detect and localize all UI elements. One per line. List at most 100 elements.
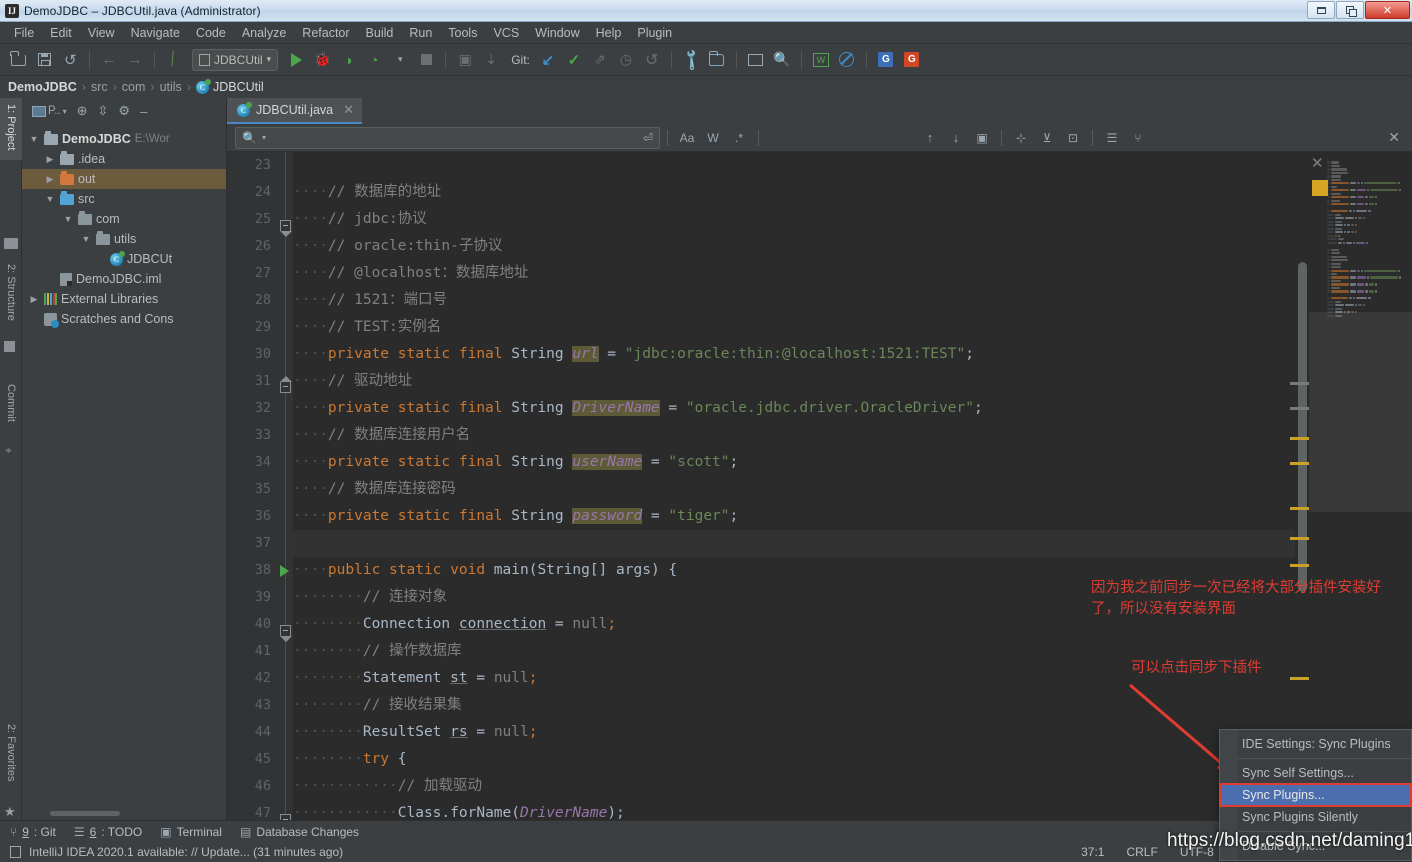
notification-icon[interactable] [10,846,21,858]
tree-item-com[interactable]: ▼ com [22,209,226,229]
step-icon[interactable]: ⇣ [479,48,503,72]
menu-analyze[interactable]: Analyze [234,24,294,42]
close-icon[interactable]: ✕ [343,102,354,118]
menu-tools[interactable]: Tools [440,24,485,42]
push-icon[interactable]: ⇗ [588,48,612,72]
close-find-icon[interactable]: ✕ [1388,129,1406,146]
fold-marker[interactable] [280,382,291,393]
code-line[interactable]: ····private static final String password… [293,503,1412,530]
project-scope-selector[interactable]: P.. ▾ [32,105,67,117]
words-toggle[interactable]: W [701,127,725,149]
menu-run[interactable]: Run [401,24,440,42]
bottom-item-terminal[interactable]: ▣ Terminal [160,825,222,839]
attach-debugger-icon[interactable]: ▣ [453,48,477,72]
minimize-button[interactable] [1307,1,1335,19]
chevron-down-icon[interactable]: ▼ [62,214,74,224]
stop-icon[interactable] [414,48,438,72]
code-line[interactable]: ····// 1521：端口号 [293,287,1412,314]
line-separator[interactable]: CRLF [1126,845,1157,859]
ban-icon[interactable] [835,48,859,72]
tree-item-scratches[interactable]: Scratches and Cons [22,309,226,329]
locate-icon[interactable]: ⊕ [77,103,88,119]
code-line[interactable]: ····// 数据库的地址 [293,179,1412,206]
menu-item-sync-self-settings[interactable]: Sync Self Settings... [1220,762,1411,784]
bottom-item-todo[interactable]: ☰ 6 : TODO [74,825,142,839]
tree-item-jdbcutil[interactable]: C JDBCUt [22,249,226,269]
sidebar-item-favorites[interactable]: 2: Favorites [0,718,22,798]
profile-icon[interactable]: ◔ [362,48,386,72]
exclude-icon[interactable]: ⊡ [1061,127,1085,149]
code-line[interactable]: ····// 数据库连接用户名 [293,422,1412,449]
project-panel-horizontal-scrollbar[interactable] [50,811,120,816]
code-line[interactable]: ····// TEST:实例名 [293,314,1412,341]
run-configuration-selector[interactable]: JDBCUtil ▾ [192,49,278,71]
status-message[interactable]: IntelliJ IDEA 2020.1 available: // Updat… [29,845,343,859]
search-field[interactable] [271,131,638,145]
find-previous-button[interactable]: ↑ [918,127,942,149]
menu-vcs[interactable]: VCS [485,24,527,42]
build-hammer-icon[interactable]: ⟋ [162,48,186,72]
code-line[interactable]: ····private static final String url = "j… [293,341,1412,368]
menu-code[interactable]: Code [188,24,234,42]
close-button[interactable]: ✕ [1365,1,1410,19]
multiline-icon[interactable]: ⏎ [643,131,653,145]
tree-item-src[interactable]: ▼ src [22,189,226,209]
menu-help[interactable]: Help [588,24,630,42]
breadcrumb-root[interactable]: DemoJDBC [8,80,77,94]
match-case-toggle[interactable]: Aa [675,127,699,149]
chevron-right-icon[interactable]: ▶ [44,154,56,165]
tree-item-utils[interactable]: ▼ utils [22,229,226,249]
fold-marker[interactable] [280,625,291,636]
code-line[interactable] [293,530,1412,557]
editor-vertical-scrollbar[interactable] [1298,262,1307,592]
select-all-occurrences-icon[interactable]: ▣ [970,127,994,149]
gear-icon[interactable]: ⚙ [118,103,130,119]
sidebar-item-project[interactable]: 1: Project [0,98,22,160]
history-icon[interactable]: ◷ [614,48,638,72]
filter-icon[interactable]: ⑂ [1126,127,1150,149]
run-with-coverage-icon[interactable]: ◑ [336,48,360,72]
chevron-down-icon[interactable]: ▾ [262,133,266,142]
menu-item-sync-plugins[interactable]: Sync Plugins... [1220,784,1411,806]
menu-navigate[interactable]: Navigate [123,24,188,42]
search-input[interactable]: 🔍 ▾ ⏎ [235,127,660,149]
menu-refactor[interactable]: Refactor [294,24,357,42]
preserve-case-icon[interactable]: ☰ [1100,127,1124,149]
terminal-icon[interactable] [744,48,768,72]
editor-tab-jdbcutil[interactable]: C JDBCUtil.java ✕ [227,98,362,124]
code-line[interactable]: ····// 数据库连接密码 [293,476,1412,503]
menu-edit[interactable]: Edit [42,24,80,42]
breadcrumb-src[interactable]: src [91,80,108,94]
g-blue-icon[interactable]: G [874,48,898,72]
caret-position[interactable]: 37:1 [1081,845,1104,859]
menu-view[interactable]: View [80,24,123,42]
debug-icon[interactable]: 🐞 [310,48,334,72]
menu-window[interactable]: Window [527,24,587,42]
add-occurrence-icon[interactable]: ⊹ [1009,127,1033,149]
collapse-all-icon[interactable]: ⇳ [98,103,109,119]
hide-icon[interactable]: – [140,104,147,119]
code-minimap[interactable]: ✕ [1309,152,1412,820]
code-line[interactable] [293,152,1412,179]
menu-file[interactable]: File [6,24,42,42]
open-folder-icon[interactable] [6,48,30,72]
close-minimap-icon[interactable]: ✕ [1311,154,1324,172]
w-plugin-icon[interactable]: W [809,48,833,72]
code-line[interactable]: ····// @localhost：数据库地址 [293,260,1412,287]
project-structure-icon[interactable] [705,48,729,72]
breadcrumb-file[interactable]: C JDBCUtil [196,80,264,94]
code-line[interactable]: ····private static final String DriverNa… [293,395,1412,422]
chevron-down-icon[interactable]: ▼ [28,134,40,144]
breadcrumb-com[interactable]: com [122,80,146,94]
menu-build[interactable]: Build [358,24,402,42]
sidebar-item-commit[interactable]: Commit [0,378,22,436]
wrench-icon[interactable]: 🔧 [679,48,703,72]
maximize-button[interactable] [1336,1,1364,19]
search-everywhere-icon[interactable]: 🔍 [770,48,794,72]
update-project-icon[interactable]: ↙ [536,48,560,72]
chevron-right-icon[interactable]: ▶ [28,294,40,305]
remove-occurrence-icon[interactable]: ⊻ [1035,127,1059,149]
chevron-down-icon[interactable]: ▼ [80,234,92,244]
code-line[interactable]: ····// 驱动地址 [293,368,1412,395]
minimap-viewport[interactable] [1309,312,1412,512]
